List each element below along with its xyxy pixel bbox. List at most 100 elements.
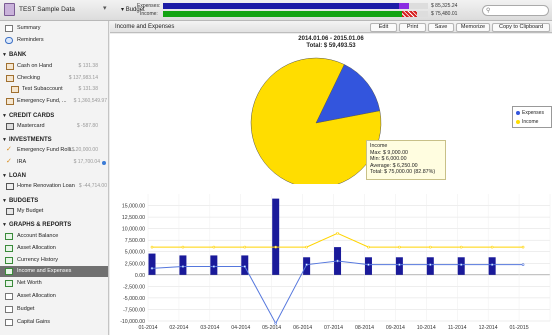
- x-tick-label: 05-2014: [262, 325, 281, 331]
- expense-bar: [364, 257, 372, 275]
- edit-button[interactable]: Edit: [370, 23, 397, 32]
- y-tick-label: 15,000.00: [122, 204, 145, 210]
- tooltip-min: Min: $ 6,000.00: [370, 156, 407, 163]
- sidebar-item-summary[interactable]: Summary: [0, 23, 108, 34]
- sidebar-item-asset-allocation-report[interactable]: Asset Allocation: [0, 291, 108, 302]
- y-tick-label: 7,500.00: [125, 238, 145, 244]
- legend-item-expenses: Expenses: [516, 110, 544, 116]
- net-line-point: [274, 322, 277, 325]
- income-line-point: [521, 245, 525, 249]
- sidebar-item-cash-on-hand[interactable]: Cash on Hand $ 131.38: [0, 61, 108, 72]
- income-line-point: [490, 245, 494, 249]
- net-line-point: [398, 263, 401, 266]
- expense-bar: [210, 255, 218, 275]
- house-icon: [6, 183, 14, 190]
- sidebar-item-my-budget[interactable]: My Budget: [0, 206, 108, 217]
- x-tick-label: 07-2014: [324, 325, 343, 331]
- report-header: Income and Expenses Edit Print Save Memo…: [110, 21, 552, 33]
- tooltip-total: Total: $ 75,000.00 (82.87%): [370, 169, 436, 176]
- section-bank[interactable]: ▼ BANK: [2, 52, 26, 58]
- sidebar-item-budget-report[interactable]: Budget: [0, 304, 108, 315]
- expense-bar: [488, 257, 496, 275]
- net-line-point: [521, 263, 525, 266]
- graph-icon: [5, 280, 13, 287]
- sidebar-item-reminders[interactable]: Reminders: [0, 35, 108, 46]
- copy-to-clipboard-button[interactable]: Copy to Clipboard: [492, 23, 550, 32]
- net-line-point: [150, 267, 154, 270]
- expense-bar: [426, 257, 434, 275]
- sidebar-item-currency-history[interactable]: Currency History: [0, 255, 108, 266]
- expense-bar: [179, 255, 187, 275]
- document-title: TEST Sample Data: [19, 6, 75, 13]
- chevron-down-icon[interactable]: ▾: [103, 4, 111, 14]
- y-tick-label: -5,000.00: [123, 296, 145, 302]
- memorize-button[interactable]: Memorize: [456, 23, 490, 32]
- expense-bar: [148, 253, 156, 275]
- search-input[interactable]: ⚲: [482, 5, 549, 16]
- tooltip-average: Average: $ 6,250.00: [370, 162, 418, 169]
- chevron-down-icon: ▾: [121, 7, 125, 13]
- budget-icon: [6, 208, 14, 215]
- sidebar-item-asset-allocation[interactable]: Asset Allocation: [0, 243, 108, 254]
- expense-bar: [272, 198, 280, 275]
- sidebar-item-emergency-fund-rolling[interactable]: ✓ Emergency Fund Rolli... $ 20,000.00: [0, 145, 108, 156]
- sidebar-item-test-subaccount[interactable]: Test Subaccount $ 131.38: [0, 84, 108, 95]
- sidebar-item-checking[interactable]: Checking $ 137,983.14: [0, 73, 108, 84]
- sidebar: Summary Reminders ▼ BANK Cash on Hand $ 1…: [0, 21, 109, 335]
- net-line-point: [367, 263, 370, 266]
- y-tick-label: -2,500.00: [123, 284, 145, 290]
- section-loan[interactable]: ▼ LOAN: [2, 173, 26, 179]
- chart-legend: Expenses Income: [512, 106, 552, 128]
- chart-up-icon: ✓: [6, 158, 12, 165]
- section-graphs-reports[interactable]: ▼ GRAPHS & REPORTS: [2, 222, 71, 228]
- income-bar: [163, 11, 428, 17]
- sidebar-item-account-balance[interactable]: Account Balance: [0, 231, 108, 242]
- expenses-bar: [163, 3, 428, 9]
- y-tick-label: 2,500.00: [125, 261, 145, 267]
- chart-up-icon: ✓: [6, 146, 12, 153]
- tooltip-max: Max: $ 9,000.00: [370, 149, 408, 156]
- y-tick-label: 5,000.00: [125, 250, 145, 256]
- chart-area: 2014.01.06 - 2015.01.06 Total: $ 59,493.…: [110, 34, 552, 335]
- wallet-icon: [6, 63, 14, 70]
- sidebar-item-mastercard[interactable]: Mastercard $ -587.80: [0, 121, 108, 132]
- x-tick-label: 02-2014: [169, 325, 188, 331]
- expense-bar: [395, 257, 403, 275]
- income-value: $ 75,480.01: [431, 11, 458, 17]
- sidebar-item-emergency-fund[interactable]: Emergency Fund, ... $ 1,360,549.97: [0, 96, 108, 107]
- income-line-point: [429, 245, 432, 249]
- graph-icon: [5, 233, 13, 240]
- print-button[interactable]: Print: [399, 23, 426, 32]
- y-tick-label: 10,000.00: [122, 227, 145, 233]
- sidebar-item-capital-gains[interactable]: Capital Gains: [0, 317, 108, 328]
- income-line-point: [305, 245, 308, 249]
- x-tick-label: 01-2014: [138, 325, 157, 331]
- save-button[interactable]: Save: [428, 23, 454, 32]
- x-tick-label: 01-2015: [510, 325, 529, 331]
- income-line-point: [398, 245, 401, 249]
- credit-card-icon: [6, 123, 14, 130]
- income-line-point: [459, 245, 463, 249]
- bank-icon: [6, 75, 14, 82]
- sidebar-item-ira[interactable]: ✓ IRA $ 17,700.04: [0, 157, 108, 168]
- graph-icon: [5, 245, 13, 252]
- net-line-point: [459, 263, 463, 266]
- net-line-point: [336, 259, 339, 263]
- net-line-point: [429, 263, 432, 266]
- income-line-point: [181, 245, 185, 249]
- sidebar-item-net-worth[interactable]: Net Worth: [0, 278, 108, 289]
- x-tick-label: 12-2014: [479, 325, 498, 331]
- expenses-label: Expenses:: [137, 3, 161, 9]
- section-budgets[interactable]: ▼ BUDGETS: [2, 198, 38, 204]
- net-line-point: [212, 265, 216, 268]
- y-tick-label: 0.00: [135, 273, 145, 279]
- net-line-point: [181, 265, 185, 268]
- summary-icon: [5, 25, 13, 32]
- expense-bar: [457, 257, 465, 275]
- section-investments[interactable]: ▼ INVESTMENTS: [2, 137, 52, 143]
- sidebar-item-home-renovation-loan[interactable]: Home Renovation Loan $ -44,714.00: [0, 181, 108, 192]
- sidebar-item-income-and-expenses[interactable]: Income and Expenses: [0, 266, 108, 277]
- income-line-point: [150, 245, 154, 249]
- section-credit-cards[interactable]: ▼ CREDIT CARDS: [2, 113, 54, 119]
- bank-icon: [6, 98, 14, 105]
